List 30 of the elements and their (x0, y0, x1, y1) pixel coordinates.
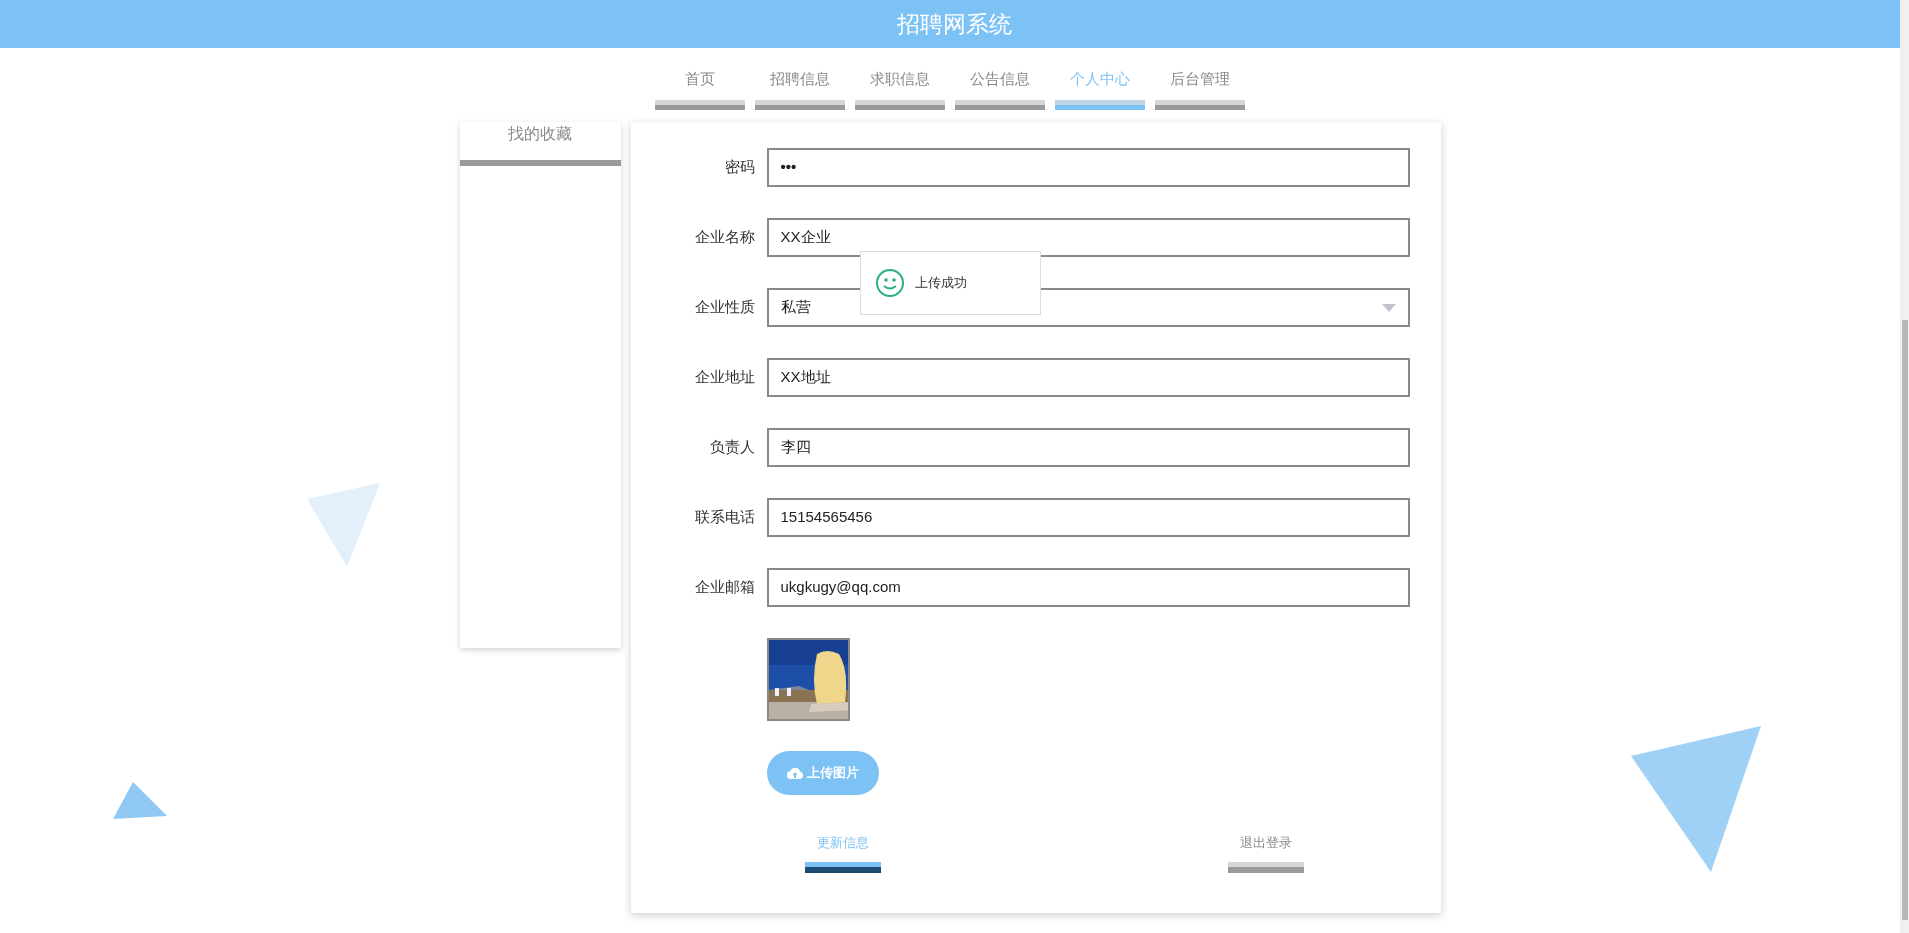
nav-tab[interactable]: 公告信息 (955, 68, 1045, 110)
nav-tab[interactable]: 个人中心 (1055, 68, 1145, 110)
input-field[interactable]: ukgkugy@qq.com (766, 568, 1410, 607)
field-label: 负责人 (708, 437, 755, 458)
scrollbar-thumb[interactable] (1901, 320, 1908, 920)
site-title: 招聘网系统 (897, 9, 1012, 39)
action-link[interactable]: 退出登录 (1227, 833, 1304, 873)
action-link[interactable]: 更新信息 (804, 833, 881, 873)
field-label: 企业性质 (693, 297, 755, 318)
field-label: 企业地址 (693, 367, 755, 388)
input-field[interactable]: 15154565456 (766, 498, 1410, 537)
smiley-icon (875, 268, 905, 298)
password-field[interactable]: ••• (766, 148, 1410, 187)
triangle-decoration (113, 782, 167, 819)
scrollbar[interactable] (1900, 0, 1909, 933)
nav-tab[interactable]: 首页 (655, 68, 745, 110)
nav-tab[interactable]: 招聘信息 (755, 68, 845, 110)
select-value: 私营 (780, 297, 811, 318)
input-field[interactable]: 李四 (766, 428, 1410, 467)
upload-button[interactable]: 上传图片 (766, 751, 879, 795)
input-field[interactable]: XX地址 (766, 358, 1410, 397)
dropdown-arrow-icon[interactable] (1381, 303, 1396, 312)
sidebar-item[interactable]: 找的收藏 (459, 122, 621, 166)
cloud-upload-icon (786, 767, 803, 779)
field-label: 企业邮箱 (693, 577, 755, 598)
nav-tab[interactable]: 后台管理 (1155, 68, 1245, 110)
field-label: 联系电话 (693, 507, 755, 528)
nav-tab[interactable]: 求职信息 (855, 68, 945, 110)
field-label: 企业名称 (693, 227, 755, 248)
field-label: 密码 (723, 157, 755, 178)
